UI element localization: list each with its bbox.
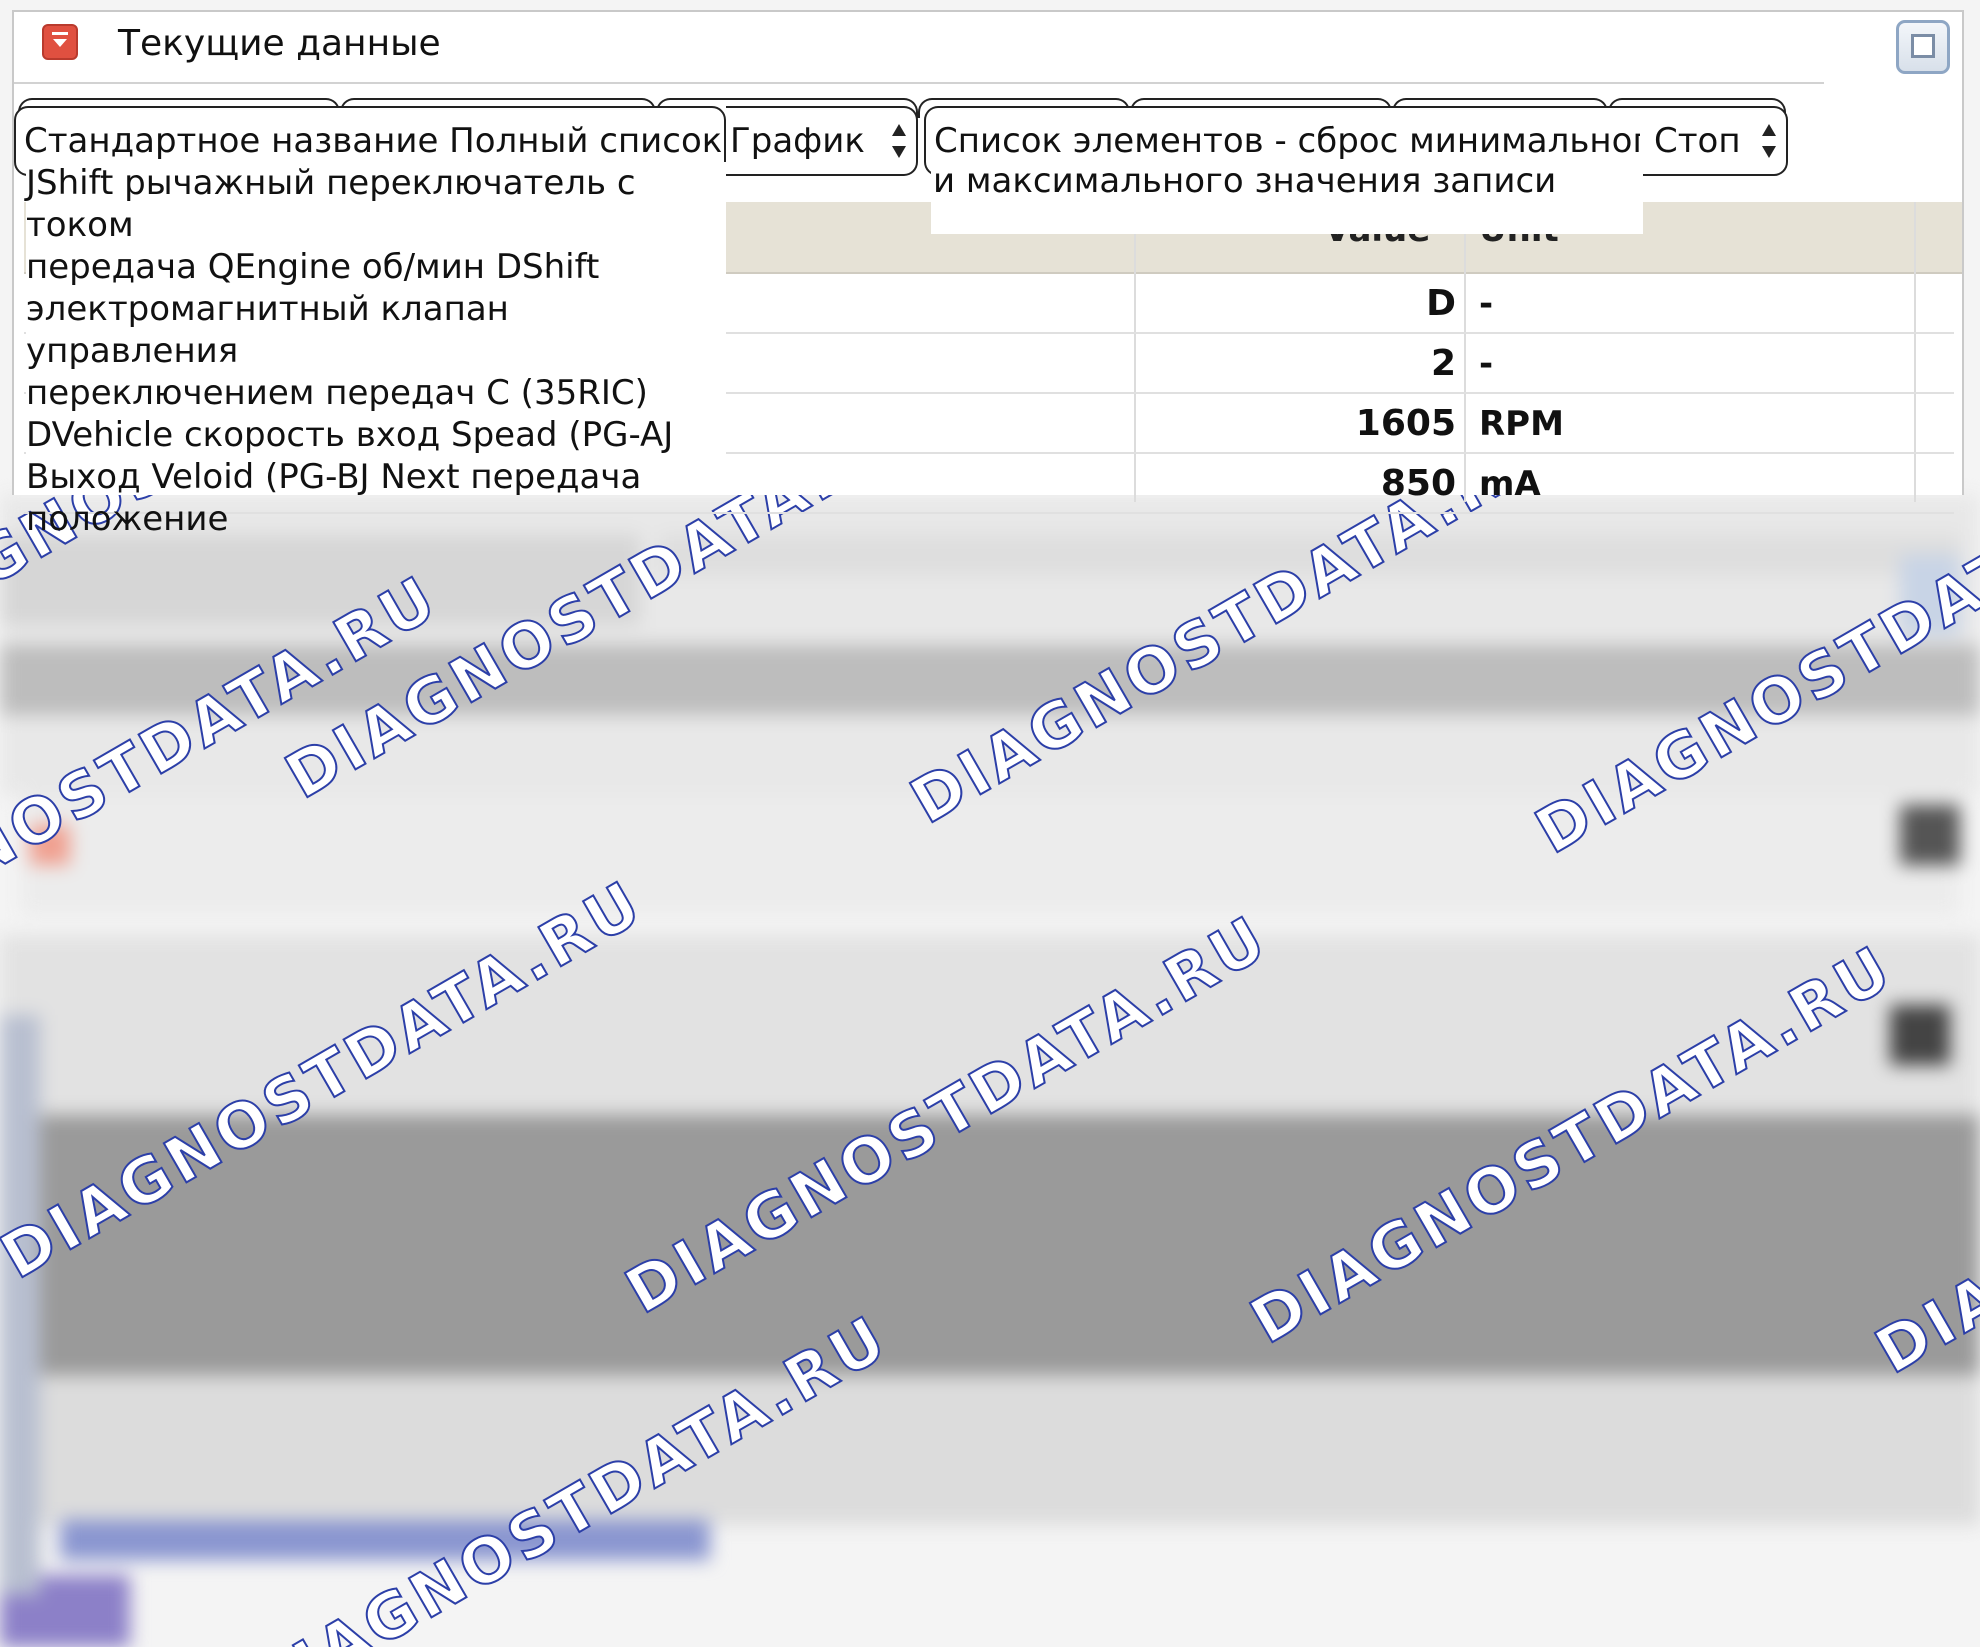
watermark-layer: DIAGNOSTDATA.RU DIAGNOSTDATA.RU DIAGNOST… [0, 495, 1980, 1647]
dropdown-item[interactable]: DVehicle скорость вход Spead (PG-AJ [26, 414, 726, 456]
watermark: DIAGNOSTDATA.RU [1238, 930, 1907, 1359]
watermark: DIAGNOSTDATA.RU [0, 560, 451, 989]
watermark: DIAGNOSTDATA.RU [898, 495, 1567, 839]
name-dropdown-list: JShift рычажный переключатель с током пе… [26, 162, 726, 539]
stop-button[interactable]: Стоп [1640, 106, 1788, 176]
chart-button[interactable]: График [726, 106, 918, 176]
dropdown-item[interactable]: Выход Veloid (PG-BJ Next передача [26, 456, 726, 498]
divider [14, 82, 1824, 84]
reset-button-overflow: и максимального значения записи [931, 160, 1643, 234]
row-value: 1605 [1355, 403, 1456, 444]
row-value: 850 [1380, 463, 1456, 504]
dropdown-item[interactable]: передача QEngine об/мин DShift [26, 246, 726, 288]
dropdown-item[interactable]: JShift рычажный переключатель с током [26, 162, 726, 246]
row-unit: - [1479, 284, 1494, 324]
row-unit: RPM [1479, 404, 1564, 444]
chart-button-label: График [730, 121, 865, 161]
reset-button-text-line: и максимального значения записи [933, 161, 1557, 201]
dropdown-item[interactable]: положение [26, 498, 726, 540]
row-value: D [1426, 283, 1456, 324]
stop-button-label: Стоп [1654, 121, 1741, 161]
watermark: DIAGNOSTDATA.RU [1523, 495, 1980, 869]
dropdown-item[interactable]: переключением передач С (35RIC) [26, 372, 726, 414]
watermark: DIAGNOSTDATA.RU [0, 865, 656, 1294]
watermark: DIAGNOSTDATA.RU [233, 1300, 902, 1647]
screen: DIAGNOSTDATA.RU DIAGNOSTDATA.RU DIAGNOST… [0, 0, 1980, 1647]
row-value: 2 [1430, 343, 1456, 384]
spinner-arrows-icon [892, 124, 906, 158]
spinner-arrows-icon [1762, 124, 1776, 158]
title-bar: Текущие данные [14, 12, 1962, 74]
dropdown-item[interactable]: электромагнитный клапан управления [26, 288, 726, 372]
row-unit: - [1479, 344, 1494, 384]
live-data-window: Текущие данные Стандартное название Полн… [12, 10, 1964, 539]
watermark: DIAGNOSTDATA.RU [1863, 960, 1980, 1389]
watermark: DIAGNOSTDATA.RU [613, 900, 1282, 1329]
row-unit: mA [1479, 464, 1541, 504]
maximize-icon[interactable] [1896, 20, 1950, 74]
collapse-icon[interactable] [42, 24, 78, 60]
window-title: Текущие данные [118, 23, 441, 64]
